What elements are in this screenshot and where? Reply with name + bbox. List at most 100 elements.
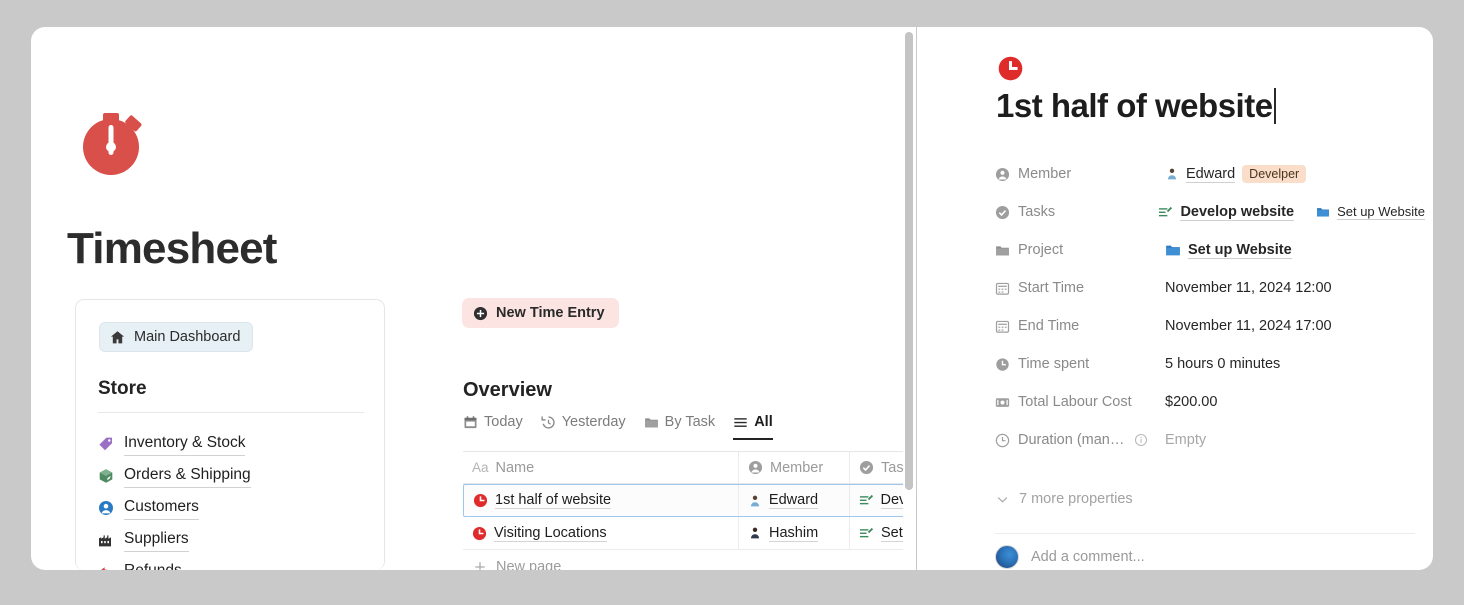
clock-icon — [473, 493, 488, 508]
property-label: Start Time — [995, 280, 1165, 296]
cell-member[interactable]: Hashim — [738, 517, 849, 549]
property-start-time[interactable]: Start Time November 11, 2024 12:00 — [995, 269, 1425, 307]
new-time-entry-label: New Time Entry — [496, 305, 605, 321]
plus-icon — [473, 560, 487, 571]
sidebar-item-orders-shipping[interactable]: Orders & Shipping — [98, 460, 368, 492]
property-value[interactable]: Set up Website — [1165, 242, 1292, 259]
check-circle-icon — [995, 205, 1010, 220]
person-avatar-icon — [748, 494, 762, 508]
table-row[interactable]: 1st half of website Edward — [463, 484, 913, 517]
house-icon — [110, 330, 125, 345]
property-value[interactable]: 5 hours 0 minutes — [1165, 356, 1280, 372]
cell-name[interactable]: 1st half of website — [464, 485, 738, 516]
property-value[interactable]: Empty — [1165, 432, 1206, 448]
plus-circle-icon — [473, 306, 488, 321]
property-label: Time spent — [995, 356, 1165, 372]
property-tasks[interactable]: Tasks Develop website — [995, 193, 1425, 231]
new-page-label: New page — [496, 559, 561, 571]
info-icon[interactable] — [1134, 433, 1148, 447]
more-properties-toggle[interactable]: 7 more properties — [995, 491, 1133, 507]
clock-outline-icon — [995, 433, 1010, 448]
store-section-title: Store — [98, 378, 147, 400]
row-name-label: 1st half of website — [495, 492, 611, 509]
detail-title-text: 1st half of website — [996, 87, 1273, 125]
sidebar-item-refunds[interactable]: Refunds — [98, 556, 368, 570]
sidebar-item-label: Orders & Shipping — [124, 464, 251, 487]
main-dashboard-label: Main Dashboard — [134, 329, 240, 345]
folder-icon — [644, 415, 659, 430]
tab-by-task[interactable]: By Task — [644, 414, 716, 440]
view-tabs: Today Yesterday — [463, 414, 773, 440]
overview-heading: Overview — [463, 379, 552, 402]
property-end-time[interactable]: End Time November 11, 2024 17:00 — [995, 307, 1425, 345]
table-body: 1st half of website Edward — [463, 484, 913, 570]
new-page-button[interactable]: New page — [463, 550, 913, 570]
person-circle-icon — [995, 167, 1010, 182]
sidebar-item-customers[interactable]: Customers — [98, 492, 368, 524]
package-icon — [98, 468, 114, 484]
property-time-spent[interactable]: Time spent 5 hours 0 minutes — [995, 345, 1425, 383]
tab-label: Yesterday — [562, 414, 626, 430]
tab-today[interactable]: Today — [463, 414, 523, 440]
tag-icon — [98, 436, 114, 452]
stopwatch-icon — [78, 105, 152, 179]
tab-yesterday[interactable]: Yesterday — [541, 414, 626, 440]
properties-list: Member Edward Develper — [995, 155, 1425, 459]
person-avatar-icon — [1165, 167, 1179, 181]
person-avatar-icon — [748, 526, 762, 540]
sidebar-item-label: Refunds — [124, 560, 182, 570]
property-value[interactable]: Develop website Set up Website — [1158, 204, 1425, 221]
store-nav-list: Inventory & Stock Orders & Shipping — [98, 428, 368, 570]
sidebar-item-label: Customers — [124, 496, 199, 519]
row-name-label: Visiting Locations — [494, 525, 607, 542]
clock-icon — [997, 55, 1024, 82]
detail-panel: 1st half of website Member — [917, 27, 1433, 570]
content-column: New Time Entry Overview Today — [432, 27, 913, 570]
property-total-labour-cost[interactable]: Total Labour Cost $200.00 — [995, 383, 1425, 421]
column-header-member[interactable]: Member — [738, 452, 849, 483]
property-label: End Time — [995, 318, 1165, 334]
chevron-down-icon — [995, 492, 1010, 507]
member-link[interactable]: Edward — [1186, 166, 1235, 183]
table-row[interactable]: Visiting Locations Hashim — [463, 517, 913, 550]
property-project[interactable]: Project Set up Website — [995, 231, 1425, 269]
folder-icon — [995, 243, 1010, 258]
property-value[interactable]: November 11, 2024 17:00 — [1165, 318, 1332, 334]
scrollbar-thumb[interactable] — [905, 32, 913, 490]
list-icon — [733, 415, 748, 430]
project-link[interactable]: Set up Website — [1337, 204, 1425, 220]
divider — [995, 533, 1415, 534]
property-value[interactable]: Edward Develper — [1165, 165, 1306, 183]
task-link[interactable]: Develop website — [1180, 204, 1294, 221]
divider — [98, 412, 364, 413]
property-label: Duration (man… — [995, 432, 1165, 448]
return-arrow-icon — [98, 564, 114, 570]
property-value[interactable]: $200.00 — [1165, 394, 1217, 410]
cell-member[interactable]: Edward — [738, 485, 849, 516]
property-label: Tasks — [995, 204, 1158, 220]
property-member[interactable]: Member Edward Develper — [995, 155, 1425, 193]
page-title-editable[interactable]: 1st half of website — [996, 87, 1276, 125]
row-member-label: Edward — [769, 492, 818, 509]
calendar-icon — [463, 415, 478, 430]
new-time-entry-button[interactable]: New Time Entry — [462, 298, 619, 328]
cell-name[interactable]: Visiting Locations — [463, 517, 738, 549]
column-header-name[interactable]: Aa Name — [463, 452, 738, 483]
comment-bar[interactable]: Add a comment... — [995, 545, 1145, 569]
add-comment-input[interactable]: Add a comment... — [1031, 549, 1145, 565]
factory-icon — [98, 532, 114, 548]
folder-blue-icon — [1316, 205, 1330, 219]
property-value[interactable]: November 11, 2024 12:00 — [1165, 280, 1332, 296]
clock-icon — [472, 526, 487, 541]
sidebar-item-inventory-stock[interactable]: Inventory & Stock — [98, 428, 368, 460]
person-circle-icon — [748, 460, 763, 475]
main-dashboard-button[interactable]: Main Dashboard — [99, 322, 253, 352]
tab-label: By Task — [665, 414, 716, 430]
role-badge: Develper — [1242, 165, 1306, 183]
more-properties-label: 7 more properties — [1019, 491, 1133, 507]
sidebar-item-suppliers[interactable]: Suppliers — [98, 524, 368, 556]
text-cursor — [1274, 88, 1276, 124]
property-duration[interactable]: Duration (man… Empty — [995, 421, 1425, 459]
tab-all[interactable]: All — [733, 414, 773, 440]
project-link[interactable]: Set up Website — [1188, 242, 1292, 259]
